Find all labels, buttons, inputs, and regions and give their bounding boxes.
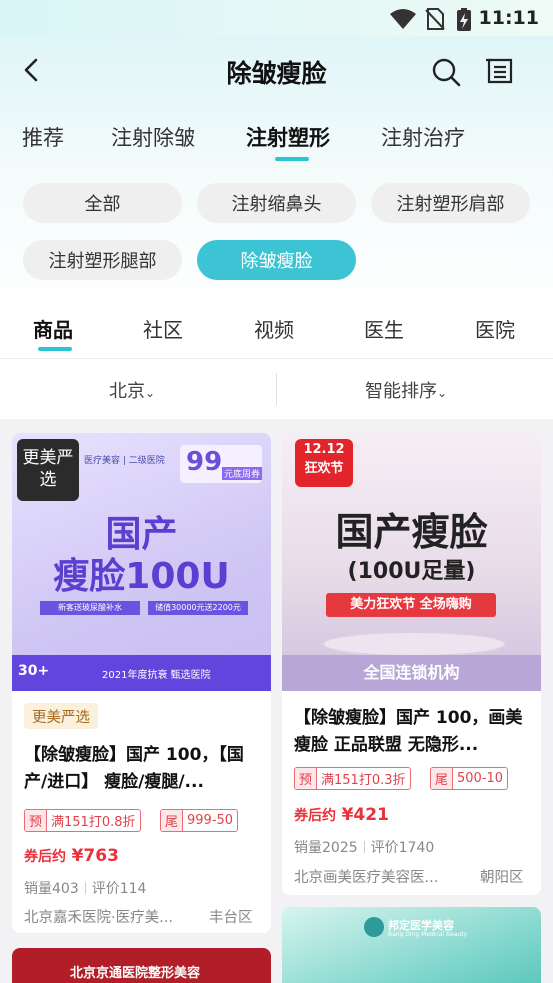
chevron-down-icon: ⌄: [437, 386, 448, 400]
tab-products[interactable]: 商品: [33, 314, 73, 343]
hospital-name: 北京画美医疗美容医...: [294, 870, 439, 886]
podium-graphic: [322, 631, 506, 657]
promo-bar-1: 新客送玻尿酸补水: [40, 601, 140, 615]
page-title: 除皱瘦脸: [226, 59, 327, 88]
yanxuan-badge-logo: 更美严选: [17, 439, 79, 501]
city-filter[interactable]: 北京⌄: [109, 377, 155, 403]
tab-hospitals[interactable]: 医院: [475, 314, 515, 343]
product-price: 券后约 ¥421: [294, 805, 389, 825]
status-time: 11:11: [478, 7, 539, 29]
filter-bar: 北京⌄ 智能排序⌄: [0, 359, 553, 419]
status-bar: 11:11: [0, 0, 553, 36]
promo-price-number: 99: [186, 447, 223, 477]
sort-filter[interactable]: 智能排序⌄: [365, 377, 447, 403]
presale-tag: 预满151打0.3折: [294, 767, 411, 790]
image-headline-2: 瘦脸100U: [53, 556, 230, 597]
product-card[interactable]: 北京京通医院整形美容: [12, 948, 271, 983]
image-footer-text: 2021年度抗衰 甄选医院: [102, 670, 211, 681]
tag-key: 预: [295, 768, 318, 789]
battery-charging-icon: [457, 8, 471, 31]
chip-nose-tip[interactable]: 注射缩鼻头: [197, 183, 356, 223]
hospital-name: 北京嘉禾医院·医疗美...: [24, 910, 173, 926]
content-tabs: 商品 社区 视频 医生 医院: [0, 300, 553, 359]
review-count: 评价114: [91, 881, 147, 897]
promo-bar-2: 储值30000元送2200元: [148, 601, 248, 615]
active-tab-underline: [275, 157, 309, 161]
product-stats: 销量2025 评价1740: [294, 837, 434, 857]
tab-recommend[interactable]: 推荐: [22, 122, 64, 152]
product-image[interactable]: 更美严选 医疗美容 | 二级医院 99 元底周券 国产 瘦脸100U 新客送玻尿…: [12, 433, 271, 691]
price-label: 券后约: [294, 808, 336, 824]
festival-badge-bottom: 狂欢节: [304, 461, 344, 476]
category-tabs: 推荐 注射除皱 注射塑形 注射治疗: [0, 122, 553, 162]
tag-value: 满151打0.8折: [51, 815, 136, 830]
tab-injection-therapy[interactable]: 注射治疗: [381, 122, 465, 152]
price-value: ¥763: [71, 846, 119, 866]
product-price: 券后约 ¥763: [24, 846, 119, 866]
message-list-icon[interactable]: [484, 56, 516, 88]
promo-price-tag: 99 元底周券: [180, 445, 262, 483]
image-footer-band: 全国连锁机构: [282, 655, 541, 691]
price-label: 券后约: [24, 849, 66, 865]
chip-shoulder[interactable]: 注射塑形肩部: [371, 183, 530, 223]
tag-value: 999-50: [187, 813, 234, 828]
final-tag: 尾 500-10: [430, 767, 509, 790]
wifi-icon: [390, 9, 416, 29]
tab-injection-shaping[interactable]: 注射塑形: [246, 122, 330, 152]
promo-price-note: 元底周券: [222, 467, 262, 480]
image-footer-band: 30+ 2021年度抗衰 甄选医院: [12, 655, 271, 691]
yanxuan-badge: 更美严选: [24, 703, 98, 729]
review-count: 评价1740: [370, 840, 435, 856]
search-icon[interactable]: [430, 56, 462, 88]
tag-key: 预: [25, 810, 48, 831]
product-card[interactable]: 12.12 狂欢节 国产瘦脸 (100U足量) 美力狂欢节 全场嗨购 全国连锁机…: [282, 433, 541, 895]
tab-videos[interactable]: 视频: [254, 314, 294, 343]
district: 丰台区: [209, 910, 253, 926]
product-title[interactable]: 【除皱瘦脸】国产 100，【国产/进口】 瘦脸/瘦腿/...: [24, 742, 260, 796]
tab-doctors[interactable]: 医生: [364, 314, 404, 343]
filter-divider: [276, 373, 277, 405]
product-image[interactable]: 12.12 狂欢节 国产瘦脸 (100U足量) 美力狂欢节 全场嗨购 全国连锁机…: [282, 433, 541, 691]
final-tag: 尾 999-50: [160, 809, 239, 832]
tag-key: 尾: [161, 810, 184, 831]
promo-ribbon: 美力狂欢节 全场嗨购: [326, 593, 496, 617]
header: 除皱瘦脸 推荐 注射除皱 注射塑形 注射治疗 全部 注射缩鼻头 注射塑形肩部 注…: [0, 36, 553, 316]
product-card[interactable]: 更美严选 医疗美容 | 二级医院 99 元底周券 国产 瘦脸100U 新客送玻尿…: [12, 433, 271, 933]
hospital-label: 医疗美容 | 二级医院: [84, 456, 165, 466]
tab-community[interactable]: 社区: [143, 314, 183, 343]
sort-filter-label: 智能排序: [365, 381, 437, 402]
price-value: ¥421: [341, 805, 389, 825]
sales-count: 销量2025: [294, 840, 358, 856]
tag-value: 500-10: [457, 771, 504, 786]
district: 朝阳区: [480, 870, 524, 886]
presale-tag: 预满151打0.8折: [24, 809, 141, 832]
active-tab-underline: [38, 347, 72, 351]
brand-sub: Bang Ding Medical Beauty: [388, 931, 468, 938]
brand-logo-icon: [364, 917, 384, 937]
chip-wrinkle-face[interactable]: 除皱瘦脸: [197, 240, 356, 280]
chip-all[interactable]: 全部: [23, 183, 182, 223]
image-headline-1: 国产瘦脸: [335, 510, 488, 554]
product-title[interactable]: 【除皱瘦脸】国产 100，画美瘦脸 正品联盟 无隐形...: [294, 705, 530, 759]
product-card[interactable]: 邦定医学美容 Bang Ding Medical Beauty: [282, 907, 541, 983]
sales-count: 销量403: [24, 881, 79, 897]
product-stats: 销量403 评价114: [24, 878, 146, 898]
festival-badge: 12.12 狂欢节: [295, 439, 353, 487]
chevron-down-icon: ⌄: [145, 386, 156, 400]
image-headline-2: (100U足量): [347, 559, 476, 584]
tag-key: 尾: [431, 768, 454, 789]
chip-leg[interactable]: 注射塑形腿部: [23, 240, 182, 280]
city-filter-label: 北京: [109, 381, 145, 402]
tab-injection-wrinkle[interactable]: 注射除皱: [111, 122, 195, 152]
tag-value: 满151打0.3折: [321, 773, 406, 788]
product-image-banner: 北京京通医院整形美容: [70, 966, 201, 981]
festival-badge-top: 12.12: [303, 442, 345, 457]
corner-mark: 30+: [18, 663, 50, 679]
no-sim-icon: [425, 8, 445, 30]
